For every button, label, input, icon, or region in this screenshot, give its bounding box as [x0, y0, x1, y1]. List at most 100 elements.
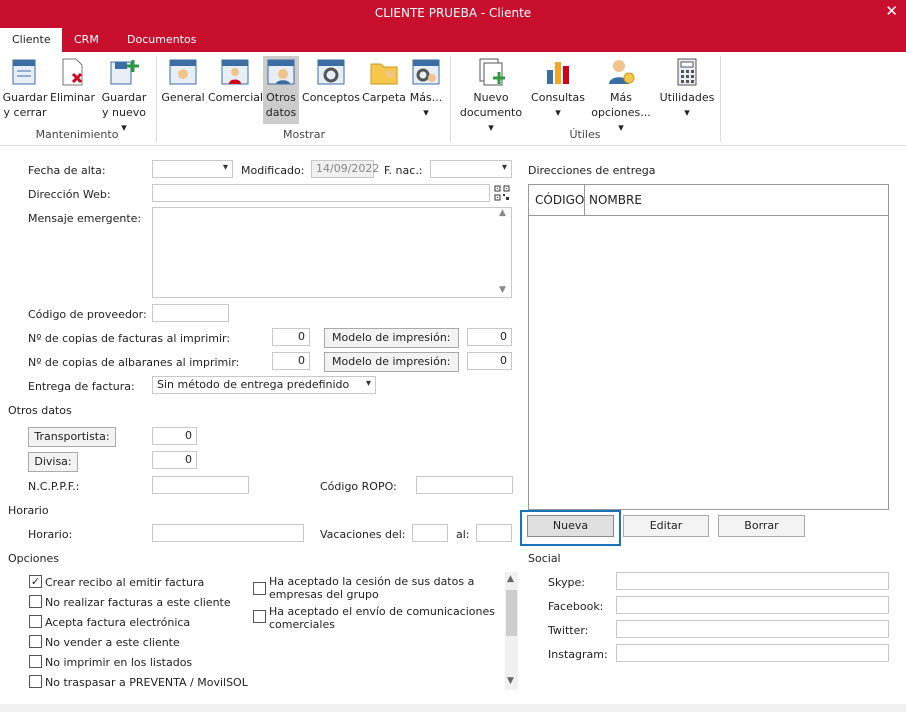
crear-recibo-checkbox[interactable]: ✓ — [29, 575, 42, 588]
fecha-alta-field[interactable] — [152, 160, 233, 178]
eliminar-button[interactable]: Eliminar — [50, 56, 96, 105]
group-divider — [450, 56, 451, 142]
facebook-label: Facebook: — [548, 600, 604, 613]
vacaciones-al-label: al: — [456, 528, 470, 541]
nueva-button[interactable]: Nueva — [527, 515, 614, 537]
ncppf-label: N.C.P.P.F.: — [28, 480, 80, 493]
mas-opciones-button[interactable]: Más opciones... ▾ — [588, 56, 654, 135]
facebook-field[interactable] — [616, 596, 889, 614]
ribbon-label: Conceptos — [302, 91, 360, 104]
f-nac-field[interactable] — [430, 160, 512, 178]
otros-datos-icon — [267, 59, 295, 85]
codigo-ropo-label: Código ROPO: — [320, 480, 397, 493]
factura-electronica-checkbox[interactable] — [29, 615, 42, 628]
column-header-codigo[interactable]: CÓDIGO — [535, 193, 584, 207]
no-traspasar-checkbox[interactable] — [29, 675, 42, 688]
general-button[interactable]: General — [160, 56, 206, 105]
delete-icon — [62, 58, 83, 86]
no-imprimir-checkbox[interactable] — [29, 655, 42, 668]
qr-code-icon[interactable] — [494, 185, 510, 201]
ribbon-label: datos — [265, 106, 297, 119]
twitter-field[interactable] — [616, 620, 889, 638]
instagram-field[interactable] — [616, 644, 889, 662]
checkbox-label: No realizar facturas a este cliente — [45, 596, 231, 609]
conceptos-button[interactable]: Conceptos — [302, 56, 360, 105]
group-divider — [720, 56, 721, 142]
transportista-button[interactable]: Transportista: — [28, 427, 116, 447]
window-title: CLIENTE PRUEBA - Cliente — [374, 6, 532, 20]
vacaciones-hasta-field[interactable] — [476, 524, 512, 542]
nuevo-documento-button[interactable]: Nuevo documento ▾ — [456, 56, 526, 135]
tab-documentos[interactable]: Documentos — [115, 28, 208, 52]
ribbon-label: ▾ — [684, 106, 690, 119]
modelo-impresion-facturas-button[interactable]: Modelo de impresión: — [324, 328, 459, 348]
borrar-button[interactable]: Borrar — [718, 515, 805, 537]
carpeta-button[interactable]: Carpeta — [362, 56, 406, 105]
user-coins-icon — [609, 60, 635, 84]
opciones-scrollbar[interactable]: ▲ ▼ — [505, 572, 518, 690]
comercial-icon — [221, 59, 249, 85]
mas-mostrar-button[interactable]: Más... ▾ — [408, 56, 444, 120]
ribbon-label: Nuevo — [473, 91, 509, 104]
ribbon-label: Eliminar — [50, 91, 96, 104]
checkbox-label: No imprimir en los listados — [45, 656, 193, 669]
divisa-button[interactable]: Divisa: — [28, 452, 78, 472]
no-vender-checkbox[interactable] — [29, 635, 42, 648]
scroll-down-icon[interactable]: ▼ — [499, 285, 506, 295]
skype-field[interactable] — [616, 572, 889, 590]
no-realizar-facturas-checkbox[interactable] — [29, 595, 42, 608]
vacaciones-desde-field[interactable] — [412, 524, 448, 542]
scroll-up-icon[interactable]: ▲ — [499, 208, 506, 218]
codigo-ropo-field[interactable] — [416, 476, 513, 494]
editar-button[interactable]: Editar — [623, 515, 709, 537]
divisa-field[interactable]: 0 — [152, 451, 197, 469]
comercial-button[interactable]: Comercial — [208, 56, 263, 105]
close-icon[interactable]: ✕ — [885, 0, 898, 22]
bottom-strip — [0, 704, 906, 712]
checkbox-label: Ha aceptado la cesión de sus datos a — [269, 575, 475, 588]
codigo-proveedor-field[interactable] — [152, 304, 229, 322]
column-header-nombre[interactable]: NOMBRE — [589, 193, 642, 207]
scroll-up-icon[interactable]: ▲ — [507, 574, 514, 584]
ncppf-field[interactable] — [152, 476, 249, 494]
copias-albaranes-label: Nº de copias de albaranes al imprimir: — [28, 356, 240, 369]
modelo-impresion-albaranes-field[interactable]: 0 — [467, 352, 512, 370]
new-document-icon — [479, 58, 505, 86]
guardar-cerrar-button[interactable]: Guardar y cerrar — [2, 56, 48, 120]
save-close-icon — [12, 59, 36, 85]
copias-facturas-field[interactable]: 0 — [272, 328, 310, 346]
modelo-impresion-albaranes-button[interactable]: Modelo de impresión: — [324, 352, 459, 372]
ribbon-label: Más — [610, 91, 632, 104]
tab-bar: Cliente CRM Documentos — [0, 28, 906, 52]
checkbox-label: Crear recibo al emitir factura — [45, 576, 205, 589]
save-new-icon — [110, 60, 139, 85]
otros-datos-button[interactable]: Otros datos — [263, 56, 299, 124]
utilidades-button[interactable]: Utilidades ▾ — [658, 56, 716, 120]
modelo-impresion-facturas-field[interactable]: 0 — [467, 328, 512, 346]
mensaje-textarea[interactable] — [152, 207, 512, 298]
conceptos-icon — [317, 59, 345, 85]
codigo-proveedor-label: Código de proveedor: — [28, 308, 147, 321]
skype-label: Skype: — [548, 576, 585, 589]
copias-albaranes-field[interactable]: 0 — [272, 352, 310, 370]
direccion-web-field[interactable] — [152, 184, 490, 202]
checkbox-label: Acepta factura electrónica — [45, 616, 191, 629]
envio-comunicaciones-checkbox[interactable] — [253, 610, 266, 623]
cesion-datos-checkbox[interactable] — [253, 582, 266, 595]
scroll-down-icon[interactable]: ▼ — [507, 676, 514, 686]
entrega-factura-select[interactable]: Sin método de entrega predefinido — [152, 376, 376, 394]
tab-cliente[interactable]: Cliente — [0, 28, 62, 52]
ribbon-label: Guardar — [2, 91, 48, 104]
window-titlebar: CLIENTE PRUEBA - Cliente ✕ — [0, 0, 906, 28]
instagram-label: Instagram: — [548, 648, 608, 661]
tab-crm[interactable]: CRM — [62, 28, 111, 52]
transportista-field[interactable]: 0 — [152, 427, 197, 445]
scrollbar-thumb[interactable] — [506, 590, 517, 636]
guardar-nuevo-button[interactable]: Guardar y nuevo ▾ — [98, 56, 150, 135]
direcciones-table[interactable]: CÓDIGO NOMBRE — [528, 184, 889, 510]
more-icon — [412, 59, 440, 85]
horario-field[interactable] — [152, 524, 304, 542]
vacaciones-label: Vacaciones del: — [320, 528, 406, 541]
folder-icon — [370, 63, 398, 85]
consultas-button[interactable]: Consultas ▾ — [530, 56, 586, 120]
